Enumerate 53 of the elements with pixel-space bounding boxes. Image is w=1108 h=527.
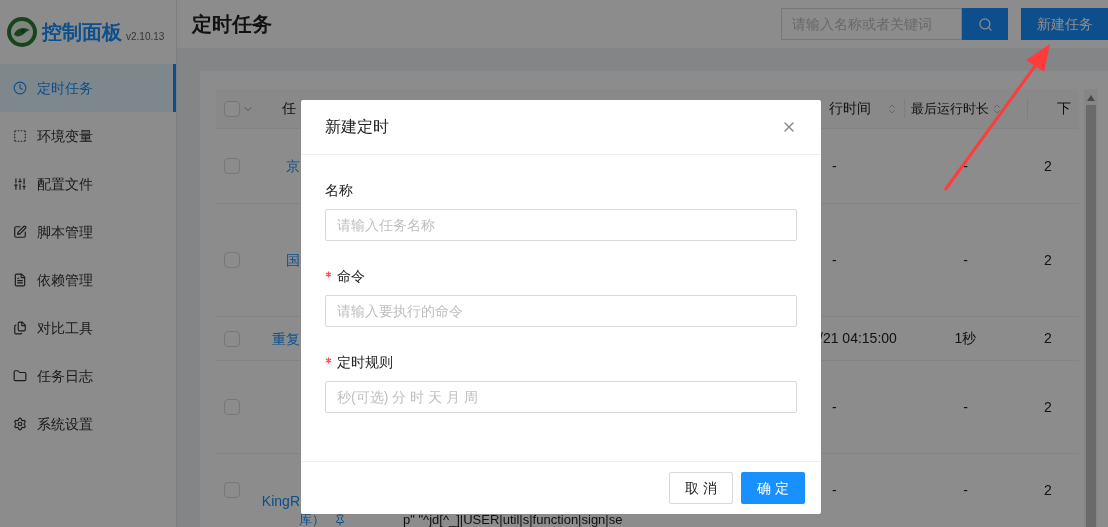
column-header: 行时间 <box>829 99 871 118</box>
dialog-title: 新建定时 <box>325 117 389 137</box>
sidebar-item[interactable]: 环境变量 <box>0 112 176 160</box>
field-label: 名称 <box>325 180 353 200</box>
input-field[interactable]: 秒(可选) 分 时 天 月 周 <box>325 381 797 413</box>
sort-icon <box>991 102 1003 115</box>
clock-icon <box>13 81 27 95</box>
input-field[interactable]: 请输入任务名称 <box>325 209 797 241</box>
sidebar-item[interactable]: 配置文件 <box>0 160 176 208</box>
sidebar-item[interactable]: 脚本管理 <box>0 208 176 256</box>
sidebar-item[interactable]: 系统设置 <box>0 400 176 448</box>
last-run-time: - <box>832 156 837 176</box>
table-cell-text: 2 <box>1044 480 1052 500</box>
last-run-time: - <box>832 480 837 500</box>
last-run-duration: - <box>963 397 968 417</box>
scrollbar-thumb[interactable] <box>1086 105 1096 527</box>
edit-icon <box>13 225 27 239</box>
cancel-button[interactable]: 取 消 <box>669 472 733 504</box>
input-field[interactable]: 请输入要执行的命令 <box>325 295 797 327</box>
sidebar-item[interactable]: 依赖管理 <box>0 256 176 304</box>
document-icon <box>13 273 27 287</box>
ok-button[interactable]: 确 定 <box>741 472 805 504</box>
sidebar-item[interactable]: 任务日志 <box>0 352 176 400</box>
last-run-time: - <box>832 397 837 417</box>
field-label: 命令 <box>337 266 365 286</box>
field-label: 定时规则 <box>337 352 393 372</box>
column-header: 最后运行时长 <box>911 99 989 118</box>
last-run-duration: 1秒 <box>954 329 977 348</box>
last-run-time: - <box>832 250 837 270</box>
version-label: v2.10.13 <box>126 29 165 44</box>
last-run-duration: - <box>963 250 968 270</box>
table-cell-text: 2 <box>1044 397 1052 417</box>
column-header: 任 <box>282 99 296 118</box>
command-text: p" "^jd[^_]|USER|util|s|function|sign|se <box>403 513 623 526</box>
folder-icon <box>13 369 27 383</box>
sidebar-item[interactable]: 对比工具 <box>0 304 176 352</box>
settings-icon <box>13 417 27 431</box>
files-icon <box>13 321 27 335</box>
table-cell-text: 2 <box>1044 156 1052 176</box>
app-title: 控制面板 <box>42 20 122 45</box>
logo-icon <box>6 16 38 48</box>
last-run-duration: - <box>963 480 968 500</box>
table-cell-text: 2 <box>1044 329 1052 348</box>
dashed-square-icon <box>13 129 27 143</box>
last-run-duration: - <box>963 156 968 176</box>
table-cell-text: 2 <box>1044 250 1052 270</box>
scroll-up-icon <box>1087 95 1095 101</box>
column-header: 下 <box>1057 99 1071 118</box>
search-icon <box>977 16 993 32</box>
page-title: 定时任务 <box>192 12 272 37</box>
sliders-icon <box>13 177 27 191</box>
search-button[interactable] <box>962 8 1008 40</box>
sort-icon <box>886 102 898 115</box>
